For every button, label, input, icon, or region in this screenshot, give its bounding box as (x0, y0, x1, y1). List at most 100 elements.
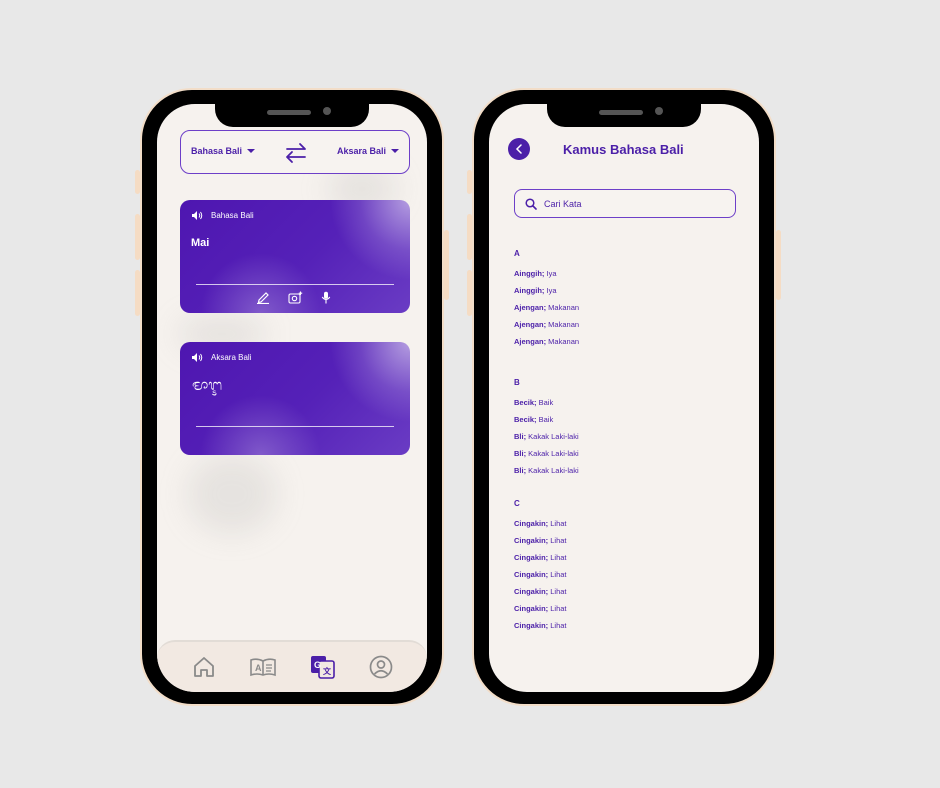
entry-word: Ajengan; (514, 303, 547, 312)
microphone-icon[interactable] (321, 291, 331, 304)
volume-up-button (467, 214, 472, 260)
power-button (776, 230, 781, 300)
entry-word: Becik; (514, 398, 537, 407)
list-item[interactable]: Cingakin; Lihat (514, 569, 567, 586)
section-letter: A (514, 249, 520, 258)
entry-word: Ainggih; (514, 269, 545, 278)
phone-translator: Bahasa Bali Aksara Bali Bahasa Bali Mai … (135, 88, 449, 706)
language-selector: Bahasa Bali Aksara Bali (180, 130, 410, 174)
dictionary-screen: Kamus Bahasa Bali A Ainggih; IyaAinggih;… (489, 104, 759, 692)
list-item[interactable]: Ainggih; Iya (514, 268, 579, 285)
camera-add-icon[interactable] (288, 291, 303, 304)
entry-meaning: Makanan (546, 337, 580, 346)
chevron-left-icon (515, 144, 522, 154)
entry-meaning: Lihat (548, 621, 567, 630)
entry-meaning: Iya (544, 269, 557, 278)
phone-dictionary: Kamus Bahasa Bali A Ainggih; IyaAinggih;… (467, 88, 781, 706)
notch (215, 104, 369, 127)
output-card: Aksara Bali ᬫᬵᬇ (180, 342, 410, 455)
bottom-navigation: A G 文 (157, 640, 427, 692)
volume-up-button (135, 214, 140, 260)
input-card: Bahasa Bali Mai (180, 200, 410, 313)
speaker-icon[interactable] (191, 210, 203, 221)
entry-word: Bli; (514, 449, 527, 458)
list-item[interactable]: Bli; Kakak Laki-laki (514, 465, 579, 482)
section-c: C Cingakin; Lihat Cingakin; Lihat Cingakin… (514, 499, 567, 637)
entry-meaning: Lihat (548, 519, 567, 528)
list-item[interactable]: Ainggih; Iya (514, 285, 579, 302)
entry-meaning: Kakak Laki-laki (526, 449, 579, 458)
list-item[interactable]: Cingakin; Lihat (514, 586, 567, 603)
entry-meaning: Makanan (546, 320, 580, 329)
entry-meaning: Baik (536, 398, 554, 407)
mute-switch (135, 170, 140, 194)
entry-word: Cingakin; (514, 570, 549, 579)
speaker-icon[interactable] (191, 352, 203, 363)
entry-meaning: Makanan (546, 303, 580, 312)
svg-text:文: 文 (323, 666, 332, 676)
entry-meaning: Lihat (548, 587, 567, 596)
output-text: ᬫᬵᬇ (192, 376, 223, 394)
input-card-label: Bahasa Bali (211, 211, 254, 220)
source-language-dropdown[interactable]: Bahasa Bali (191, 146, 256, 156)
entry-word: Cingakin; (514, 621, 549, 630)
search-icon (525, 197, 537, 210)
page-title: Kamus Bahasa Bali (563, 142, 684, 157)
translator-screen: Bahasa Bali Aksara Bali Bahasa Bali Mai … (157, 104, 427, 692)
svg-text:A: A (255, 663, 262, 673)
entry-meaning: Lihat (548, 570, 567, 579)
list-item[interactable]: Cingakin; Lihat (514, 603, 567, 620)
input-text[interactable]: Mai (191, 237, 209, 249)
translate-icon[interactable]: G 文 (310, 655, 336, 679)
entry-word: Cingakin; (514, 536, 549, 545)
list-item[interactable]: Cingakin; Lihat (514, 518, 567, 535)
list-item[interactable]: Cingakin; Lihat (514, 552, 567, 569)
entry-word: Ainggih; (514, 286, 545, 295)
list-item[interactable]: Becik; Baik (514, 414, 579, 431)
chevron-down-icon (391, 149, 399, 153)
entry-word: Cingakin; (514, 604, 549, 613)
back-button[interactable] (508, 138, 530, 160)
source-language-label: Bahasa Bali (191, 146, 243, 156)
entry-meaning: Baik (536, 415, 554, 424)
section-b: B Becik; Baik Becik; Baik Bli; Kakak Laki-… (514, 378, 579, 482)
entry-word: Bli; (514, 466, 527, 475)
list-item[interactable]: Cingakin; Lihat (514, 535, 567, 552)
entry-word: Becik; (514, 415, 537, 424)
svg-text:G: G (314, 660, 321, 670)
list-item[interactable]: Becik; Baik (514, 397, 579, 414)
volume-down-button (467, 270, 472, 316)
entry-meaning: Iya (544, 286, 557, 295)
list-item[interactable]: Cingakin; Lihat (514, 620, 567, 637)
edit-pencil-icon[interactable] (256, 291, 270, 304)
dictionary-book-icon[interactable]: A (249, 657, 277, 677)
input-tools (256, 291, 331, 304)
entry-word: Cingakin; (514, 519, 549, 528)
volume-down-button (135, 270, 140, 316)
search-bar[interactable] (514, 189, 736, 218)
section-letter: C (514, 499, 520, 508)
entry-word: Ajengan; (514, 337, 547, 346)
list-item[interactable]: Bli; Kakak Laki-laki (514, 431, 579, 448)
section-a: A Ainggih; Iya Ainggih; Iya Ajengan; Makan… (514, 249, 579, 353)
list-item[interactable]: Ajengan; Makanan (514, 302, 579, 319)
target-language-dropdown[interactable]: Aksara Bali (337, 146, 399, 156)
list-item[interactable]: Ajengan; Makanan (514, 319, 579, 336)
divider (196, 284, 394, 285)
entry-meaning: Lihat (548, 553, 567, 562)
entry-meaning: Kakak Laki-laki (526, 432, 579, 441)
swap-languages-icon[interactable] (283, 142, 309, 164)
divider (196, 426, 394, 427)
search-input[interactable] (544, 198, 724, 209)
home-icon[interactable] (192, 656, 216, 678)
chevron-down-icon (247, 149, 256, 153)
target-language-label: Aksara Bali (336, 146, 386, 156)
list-item[interactable]: Bli; Kakak Laki-laki (514, 448, 579, 465)
profile-icon[interactable] (369, 655, 393, 679)
power-button (444, 230, 449, 300)
entry-word: Bli; (514, 432, 527, 441)
output-card-label: Aksara Bali (211, 353, 252, 362)
list-item[interactable]: Ajengan; Makanan (514, 336, 579, 353)
entry-meaning: Lihat (548, 604, 567, 613)
entry-meaning: Lihat (548, 536, 567, 545)
